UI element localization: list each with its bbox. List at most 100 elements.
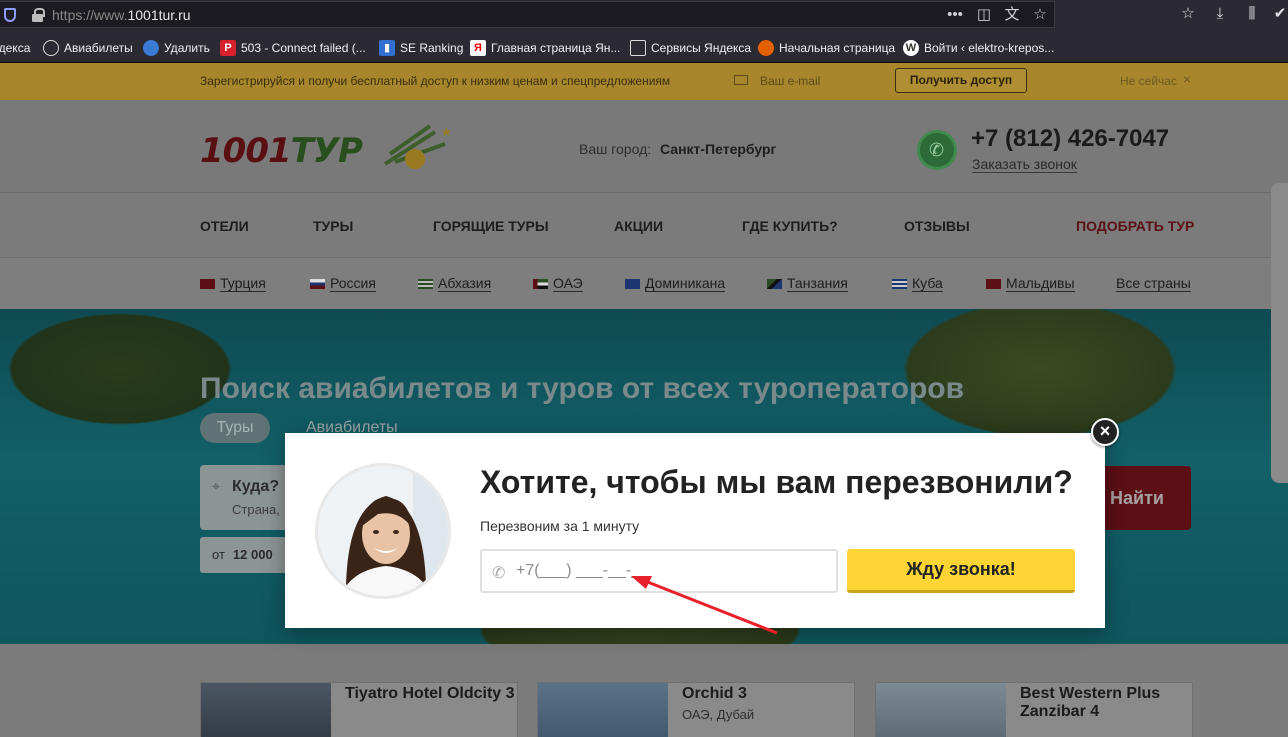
country-abkhazia[interactable]: Абхазия	[418, 276, 492, 292]
modal-title: Хотите, чтобы мы вам перезвонили?	[480, 464, 1073, 500]
bookmark-yandex-services[interactable]: Сервисы Яндекса	[630, 39, 751, 57]
tracking-shield-icon[interactable]	[4, 8, 16, 22]
library-icon[interactable]: ⫼	[1243, 5, 1261, 23]
hotel-name: Tiyatro Hotel Oldcity 3	[345, 685, 515, 702]
nav-where-to-buy[interactable]: ГДЕ КУПИТЬ?	[742, 218, 838, 234]
all-countries-link[interactable]: Все страны	[1116, 276, 1191, 292]
country-uae[interactable]: ОАЭ	[533, 276, 583, 292]
destination-hint: Страна,	[232, 502, 280, 517]
promo-email-field[interactable]: Ваш e-mail	[760, 74, 820, 88]
hotel-image	[538, 683, 668, 737]
phone-input-wrapper[interactable]: ✆	[480, 549, 838, 593]
bookmark-503[interactable]: P 503 - Connect failed (...	[220, 39, 366, 57]
folder-icon	[630, 40, 646, 56]
cloud-icon	[143, 40, 159, 56]
price-value: 12 000	[232, 547, 273, 562]
flag-icon	[310, 279, 325, 289]
hotel-card[interactable]: Tiyatro Hotel Oldcity 3	[200, 682, 518, 737]
country-links: Турция Россия Абхазия ОАЭ Доминикана Тан…	[0, 257, 1288, 309]
nav-pick-tour[interactable]: ПОДОБРАТЬ ТУР	[1076, 218, 1194, 234]
price-prefix: от	[212, 547, 225, 562]
browser-toolbar: https://www.1001tur.ru ••• ◫ 文 ☆ ☆ ⤓ ⫼ ✔	[0, 0, 1288, 32]
nav-promotions[interactable]: АКЦИИ	[614, 218, 663, 234]
bookmark-aviabilety[interactable]: Авиабилеты	[43, 39, 133, 57]
phone-icon: ✆	[492, 565, 506, 582]
bookmark-yandex-home[interactable]: Я Главная страница Ян...	[470, 39, 620, 57]
tab-tours[interactable]: Туры	[200, 413, 270, 443]
flag-icon	[625, 279, 640, 289]
bookmark-se-ranking[interactable]: ▮ SE Ranking	[379, 39, 463, 57]
logo-text: 1001ТУР	[200, 131, 363, 171]
flag-icon	[892, 279, 907, 289]
pocket-icon[interactable]: ◫	[975, 6, 993, 24]
nav-tours[interactable]: ТУРЫ	[313, 218, 353, 234]
yandex-icon: Я	[470, 40, 486, 56]
request-callback-link[interactable]: Заказать звонок	[972, 156, 1077, 173]
downloads-icon[interactable]: ⤓	[1211, 5, 1229, 23]
bookmark-start-page[interactable]: Начальная страница	[758, 39, 895, 57]
firefox-icon	[758, 40, 774, 56]
city-label: Ваш город:	[579, 141, 652, 157]
city-selector[interactable]: Санкт-Петербург	[660, 141, 776, 157]
operator-avatar	[315, 463, 451, 599]
location-pin-icon: ⌖	[212, 478, 220, 494]
hotel-name: Best Western Plus Zanzibar 4	[1020, 685, 1161, 720]
country-maldives[interactable]: Мальдивы	[986, 276, 1075, 292]
header-phone[interactable]: +7 (812) 426-7047	[971, 125, 1169, 153]
page-actions-icon[interactable]: •••	[946, 6, 964, 24]
svg-text:★: ★	[441, 125, 452, 139]
bookmarks-bar: ндекса Авиабилеты Удалить P503 - Connect…	[0, 32, 1288, 63]
phone-call-icon[interactable]: ✆	[917, 130, 957, 170]
not-now-link[interactable]: Не сейчас	[1120, 74, 1177, 88]
destination-label: Куда?	[232, 478, 280, 495]
mail-icon	[734, 75, 748, 85]
country-turkey[interactable]: Турция	[200, 276, 266, 292]
flag-icon	[986, 279, 1001, 289]
nav-reviews[interactable]: ОТЗЫВЫ	[904, 218, 970, 234]
bookmark-yandex[interactable]: ндекса	[0, 39, 30, 57]
promo-text: Зарегистрируйся и получи бесплатный дост…	[200, 74, 671, 88]
country-dominicana[interactable]: Доминикана	[625, 276, 726, 292]
hotel-cards: Tiyatro Hotel Oldcity 3 Orchid 3 ОАЭ, Ду…	[0, 644, 1288, 737]
hotel-location: ОАЭ, Дубай	[682, 707, 755, 722]
flag-icon	[767, 279, 782, 289]
flag-icon	[533, 279, 548, 289]
lock-icon[interactable]	[32, 8, 45, 22]
country-tanzania[interactable]: Танзания	[767, 276, 848, 292]
page-scrollbar[interactable]	[1271, 183, 1288, 483]
find-button[interactable]: Найти	[1090, 466, 1191, 530]
bookmark-star-icon[interactable]: ☆	[1031, 6, 1049, 24]
hotel-image	[201, 683, 331, 737]
palm-icon: ★	[383, 124, 452, 169]
translate-icon[interactable]: 文	[1003, 6, 1021, 24]
extension-icon[interactable]: ✔	[1271, 5, 1288, 23]
modal-close-button[interactable]: ×	[1091, 418, 1119, 446]
get-access-button[interactable]: Получить доступ	[895, 68, 1027, 93]
site-logo[interactable]: 1001ТУР ★	[200, 124, 455, 174]
flag-icon	[418, 279, 433, 289]
promo-close-icon[interactable]: ×	[1183, 71, 1191, 87]
operator-photo	[318, 466, 448, 596]
bookmarks-menu-icon[interactable]: ☆	[1179, 5, 1197, 23]
wordpress-icon: W	[903, 40, 919, 56]
request-call-button[interactable]: Жду звонка!	[847, 549, 1075, 593]
webpage: Зарегистрируйся и получи бесплатный дост…	[0, 63, 1288, 737]
nav-hotels[interactable]: ОТЕЛИ	[200, 218, 249, 234]
modal-subtitle: Перезвоним за 1 минуту	[480, 518, 640, 534]
country-russia[interactable]: Россия	[310, 276, 376, 292]
hotel-card[interactable]: Orchid 3 ОАЭ, Дубай	[537, 682, 855, 737]
chart-icon: ▮	[379, 40, 395, 56]
main-nav: ОТЕЛИ ТУРЫ ГОРЯЩИЕ ТУРЫ АКЦИИ ГДЕ КУПИТЬ…	[0, 192, 1288, 257]
hotel-name: Orchid 3	[682, 685, 747, 702]
url-bar[interactable]: https://www.1001tur.ru ••• ◫ 文 ☆	[0, 1, 1055, 28]
site-header: 1001ТУР ★ Ваш город: Санкт-Петербург ✆ +…	[0, 100, 1288, 192]
flag-icon	[200, 279, 215, 289]
bookmark-delete[interactable]: Удалить	[143, 39, 210, 57]
hotel-card[interactable]: Best Western Plus Zanzibar 4	[875, 682, 1193, 737]
nav-hot-tours[interactable]: ГОРЯЩИЕ ТУРЫ	[433, 218, 549, 234]
bookmark-wp-login[interactable]: W Войти ‹ elektro-krepos...	[903, 39, 1054, 57]
phone-input[interactable]	[516, 559, 826, 583]
hero-title: Поиск авиабилетов и туров от всех туропе…	[200, 372, 965, 405]
url-text[interactable]: https://www.1001tur.ru	[52, 7, 191, 23]
country-cuba[interactable]: Куба	[892, 276, 943, 292]
